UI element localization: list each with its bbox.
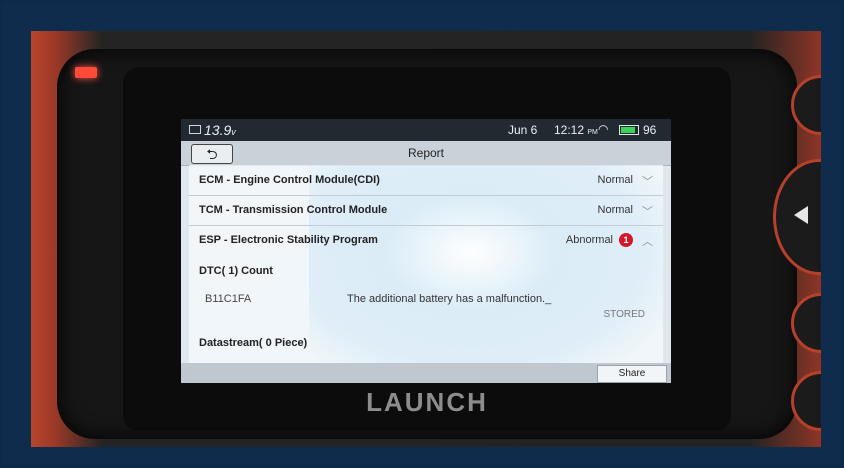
share-button[interactable]: Share: [597, 365, 667, 383]
module-status: Normal: [597, 174, 633, 186]
module-status: Abnormal: [565, 234, 613, 246]
dtc-state: STORED: [603, 309, 646, 320]
chevron-down-icon: ﹀: [642, 206, 653, 218]
dtc-description: The additional battery has a malfunction…: [347, 293, 552, 305]
fault-count-badge: 1: [619, 233, 633, 247]
chevron-down-icon: ﹀: [642, 176, 653, 188]
brand-logo: LAUNCH: [366, 387, 488, 417]
dtc-heading: DTC( 1) Count: [199, 265, 273, 277]
screen-bezel: LAUNCH 13.9v Jun 6 12:12 PM ◠ 96 ⮌ Repor…: [123, 67, 731, 431]
module-row-tcm[interactable]: TCM - Transmission Control Module Normal…: [189, 195, 663, 226]
module-status: Normal: [597, 204, 633, 216]
status-date: Jun 6: [508, 123, 538, 137]
module-row-ecm[interactable]: ECM - Engine Control Module(CDI) Normal …: [189, 165, 663, 196]
car-battery-icon: [189, 125, 201, 134]
power-led: [75, 67, 97, 78]
device-photo: LAUNCH 13.9v Jun 6 12:12 PM ◠ 96 ⮌ Repor…: [31, 31, 821, 447]
module-name: TCM - Transmission Control Module: [199, 204, 388, 216]
page-title: Report: [407, 146, 445, 160]
module-name: ESP - Electronic Stability Program: [199, 234, 378, 246]
wifi-icon: ◠: [598, 122, 609, 136]
title-bar: ⮌ Report: [181, 141, 671, 166]
screen: 13.9v Jun 6 12:12 PM ◠ 96 ⮌ Report ECM -…: [181, 119, 671, 383]
module-name: ECM - Engine Control Module(CDI): [199, 174, 380, 186]
battery-icon: [619, 125, 639, 135]
module-row-esp[interactable]: ESP - Electronic Stability Program Abnor…: [189, 225, 663, 255]
status-time: 12:12 PM: [554, 123, 598, 137]
report-content: ECM - Engine Control Module(CDI) Normal …: [189, 165, 663, 363]
battery-percent: 96: [643, 123, 657, 137]
left-arrow-icon: [794, 206, 808, 224]
datastream-heading: Datastream( 0 Piece): [199, 337, 308, 349]
bottom-toolbar: Share: [181, 363, 671, 383]
chevron-up-icon: ︿: [642, 236, 653, 248]
photo-frame: LAUNCH 13.9v Jun 6 12:12 PM ◠ 96 ⮌ Repor…: [3, 3, 841, 465]
dtc-code: B11C1FA: [205, 293, 252, 305]
voltage-readout: 13.9v: [204, 122, 236, 138]
status-bar: 13.9v Jun 6 12:12 PM ◠ 96: [181, 119, 671, 141]
